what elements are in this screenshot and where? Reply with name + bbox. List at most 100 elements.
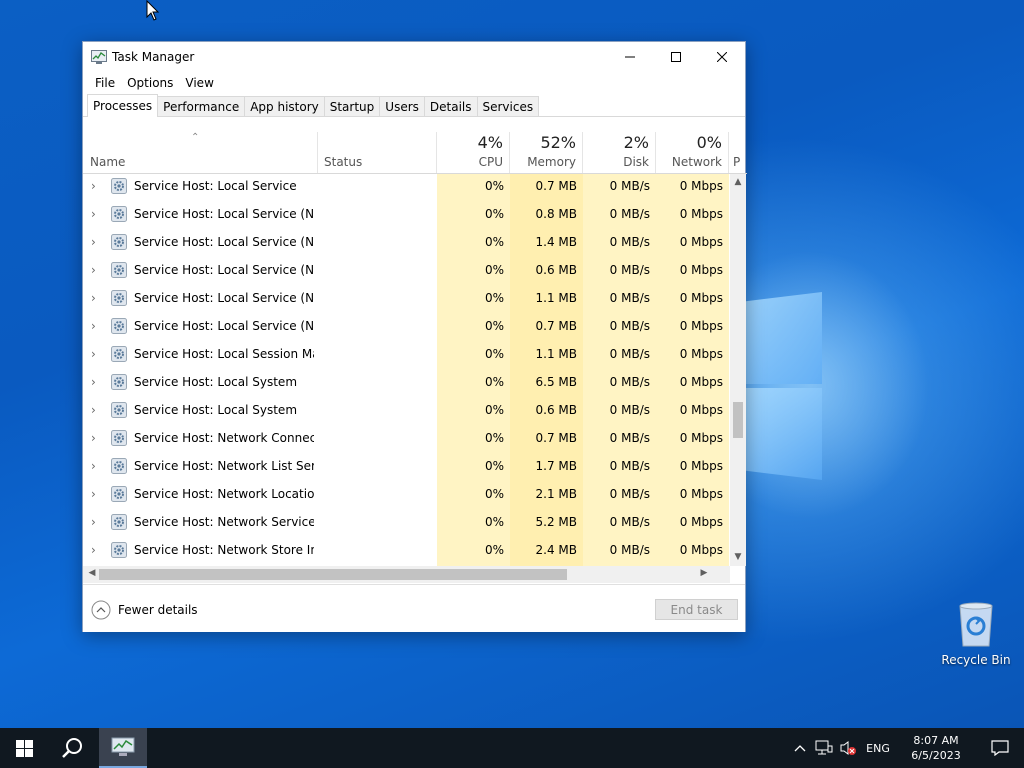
expand-chevron-icon[interactable]: › bbox=[91, 398, 103, 426]
close-button[interactable] bbox=[699, 42, 745, 71]
horizontal-scrollbar[interactable]: ◀ ▶ bbox=[83, 566, 730, 583]
process-network: 0 Mbps bbox=[656, 258, 729, 286]
tab-processes[interactable]: Processes bbox=[87, 94, 159, 117]
expand-chevron-icon[interactable]: › bbox=[91, 258, 103, 286]
menu-options[interactable]: Options bbox=[121, 76, 179, 90]
scroll-right-icon[interactable]: ▶ bbox=[698, 568, 710, 578]
process-name: Service Host: Network Service bbox=[134, 515, 314, 529]
search-button[interactable] bbox=[48, 728, 96, 768]
menu-view[interactable]: View bbox=[179, 76, 219, 90]
process-cpu: 0% bbox=[437, 426, 510, 454]
process-row[interactable]: › Service Host: Local Service (Net... 0%0.… bbox=[83, 258, 730, 286]
end-task-button[interactable]: End task bbox=[655, 599, 738, 620]
expand-chevron-icon[interactable]: › bbox=[91, 510, 103, 538]
process-row[interactable]: › Service Host: Local Service (Net... 0%1.… bbox=[83, 286, 730, 314]
start-button[interactable] bbox=[0, 728, 48, 768]
expand-chevron-icon[interactable]: › bbox=[91, 482, 103, 510]
process-network: 0 Mbps bbox=[656, 454, 729, 482]
process-row[interactable]: › Service Host: Network Service 0% 5.2 MB 0 … bbox=[83, 510, 730, 538]
tab-performance[interactable]: Performance bbox=[157, 96, 246, 116]
process-row[interactable]: › Service Host: Network Location ... 0%2.1… bbox=[83, 482, 730, 510]
process-name: Service Host: Local System bbox=[134, 403, 298, 417]
network-tray-button[interactable] bbox=[812, 728, 836, 768]
recycle-bin-icon bbox=[959, 602, 993, 647]
process-row[interactable]: › Service Host: Local System 0% 6.5 MB 0 MB/… bbox=[83, 370, 730, 398]
scroll-up-icon[interactable]: ▲ bbox=[733, 177, 743, 189]
expand-chevron-icon[interactable]: › bbox=[91, 454, 103, 482]
clock[interactable]: 8:07 AM 6/5/2023 bbox=[896, 728, 976, 768]
column-header-cpu[interactable]: 4% CPU bbox=[437, 132, 510, 173]
expand-chevron-icon[interactable]: › bbox=[91, 314, 103, 342]
language-indicator[interactable]: ENG bbox=[860, 728, 896, 768]
process-name: Service Host: Local Service bbox=[134, 179, 297, 193]
task-manager-icon bbox=[91, 49, 107, 64]
process-row[interactable]: › Service Host: Local Service (Net... 0%0.… bbox=[83, 202, 730, 230]
clock-date: 6/5/2023 bbox=[911, 749, 961, 762]
column-header-memory[interactable]: 52% Memory bbox=[510, 132, 583, 173]
process-cpu: 0% bbox=[437, 258, 510, 286]
expand-chevron-icon[interactable]: › bbox=[91, 426, 103, 454]
fewer-details-button[interactable]: Fewer details bbox=[91, 600, 198, 620]
column-header-name[interactable]: ⌃ Name bbox=[83, 132, 318, 173]
gear-service-icon bbox=[111, 262, 127, 278]
process-row[interactable]: › Service Host: Local System 0% 0.6 MB 0 MB/… bbox=[83, 398, 730, 426]
volume-tray-button[interactable] bbox=[836, 728, 860, 768]
minimize-button[interactable] bbox=[607, 42, 653, 71]
title-bar[interactable]: Task Manager bbox=[83, 42, 745, 71]
column-header-power-partial[interactable]: P bbox=[729, 132, 747, 173]
chevron-up-circle-icon bbox=[91, 600, 111, 620]
show-hidden-icons-button[interactable] bbox=[788, 728, 812, 768]
tab-services[interactable]: Services bbox=[476, 96, 540, 116]
tab-app-history[interactable]: App history bbox=[244, 96, 325, 116]
process-disk: 0 MB/s bbox=[583, 510, 656, 538]
process-name: Service Host: Local Service (Net... bbox=[134, 207, 314, 221]
expand-chevron-icon[interactable]: › bbox=[91, 342, 103, 370]
expand-chevron-icon[interactable]: › bbox=[91, 230, 103, 258]
scroll-down-icon[interactable]: ▼ bbox=[733, 552, 743, 564]
process-disk: 0 MB/s bbox=[583, 286, 656, 314]
expand-chevron-icon[interactable]: › bbox=[91, 174, 103, 202]
process-row[interactable]: › Service Host: Local Service 0% 0.7 MB 0 MB… bbox=[83, 174, 730, 202]
process-network: 0 Mbps bbox=[656, 202, 729, 230]
task-manager-window[interactable]: Task Manager File Options View Processes… bbox=[82, 41, 747, 632]
process-row[interactable]: › Service Host: Local Service (Net... 0%1.… bbox=[83, 230, 730, 258]
gear-service-icon bbox=[111, 374, 127, 390]
column-header-status[interactable]: Status bbox=[318, 132, 437, 173]
expand-chevron-icon[interactable]: › bbox=[91, 202, 103, 230]
vertical-scroll-thumb[interactable] bbox=[733, 402, 743, 438]
process-row[interactable]: › Service Host: Network Connecti... 0%0.7 … bbox=[83, 426, 730, 454]
process-row[interactable]: › Service Host: Local Service (No ... 0%0.… bbox=[83, 314, 730, 342]
column-header-network[interactable]: 0% Network bbox=[656, 132, 729, 173]
task-manager-icon bbox=[111, 737, 135, 756]
gear-service-icon bbox=[111, 458, 127, 474]
tab-users[interactable]: Users bbox=[379, 96, 425, 116]
scroll-left-icon[interactable]: ◀ bbox=[86, 568, 98, 578]
process-memory: 1.4 MB bbox=[510, 230, 583, 258]
close-icon bbox=[717, 51, 727, 62]
taskbar-task-manager[interactable] bbox=[99, 728, 147, 768]
recycle-bin[interactable]: Recycle Bin bbox=[940, 600, 1012, 667]
process-name: Service Host: Network List Service bbox=[134, 459, 314, 473]
process-cpu: 0% bbox=[437, 370, 510, 398]
maximize-button[interactable] bbox=[653, 42, 699, 71]
vertical-scrollbar[interactable]: ▲ ▼ bbox=[730, 174, 746, 566]
tab-startup[interactable]: Startup bbox=[323, 96, 381, 116]
process-memory: 1.1 MB bbox=[510, 286, 583, 314]
disk-label: Disk bbox=[623, 155, 649, 169]
gear-service-icon bbox=[111, 514, 127, 530]
network-label: Network bbox=[671, 155, 722, 169]
process-row[interactable]: › Service Host: Local Session Man... 0%1.1… bbox=[83, 342, 730, 370]
process-disk: 0 MB/s bbox=[583, 370, 656, 398]
action-center-button[interactable] bbox=[976, 728, 1024, 768]
expand-chevron-icon[interactable]: › bbox=[91, 370, 103, 398]
process-row[interactable]: › Service Host: Network Store Inte... 0%2.… bbox=[83, 538, 730, 566]
horizontal-scroll-thumb[interactable] bbox=[99, 569, 567, 580]
expand-chevron-icon[interactable]: › bbox=[91, 286, 103, 314]
gear-service-icon bbox=[111, 234, 127, 250]
menu-file[interactable]: File bbox=[89, 76, 121, 90]
column-header-disk[interactable]: 2% Disk bbox=[583, 132, 656, 173]
process-memory: 0.7 MB bbox=[510, 426, 583, 454]
tab-details[interactable]: Details bbox=[423, 96, 478, 116]
process-row[interactable]: › Service Host: Network List Service 0%1.7… bbox=[83, 454, 730, 482]
expand-chevron-icon[interactable]: › bbox=[91, 538, 103, 566]
